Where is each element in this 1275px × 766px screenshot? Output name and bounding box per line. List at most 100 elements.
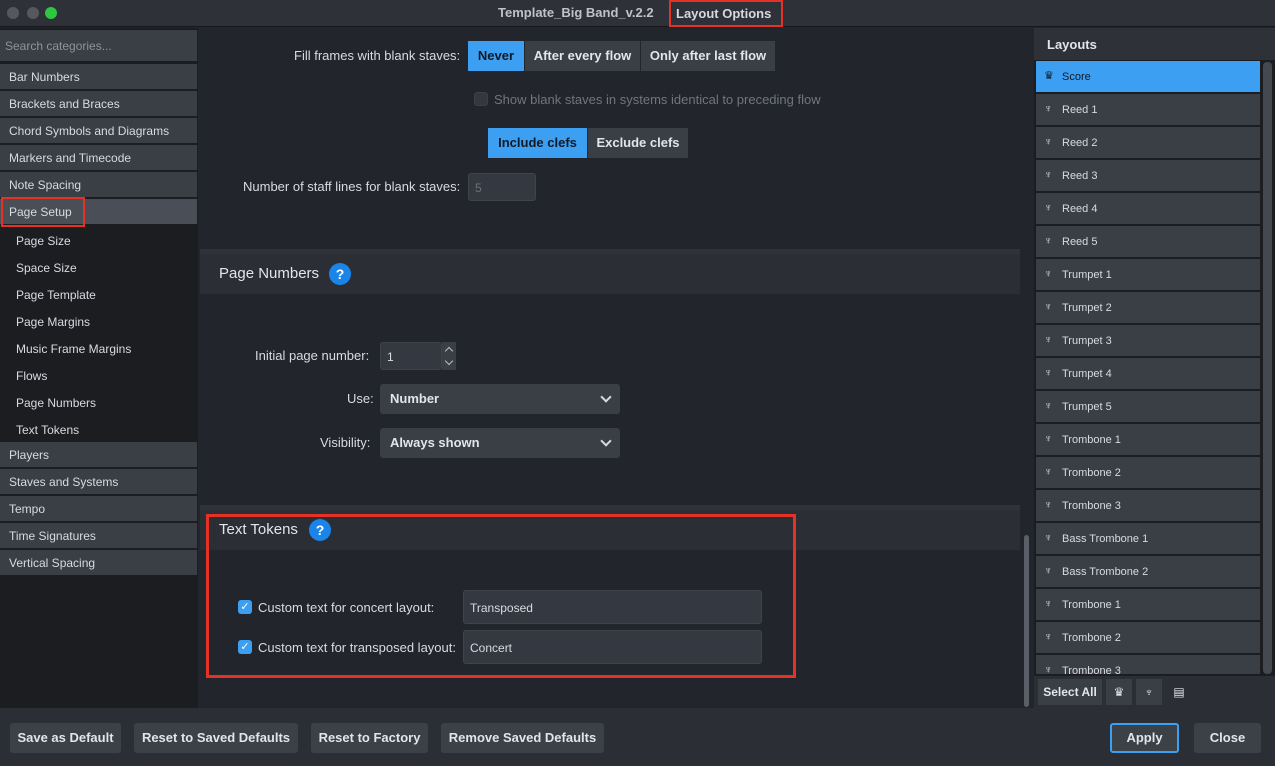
fill-only-after-last-flow-button[interactable]: Only after last flow [641,41,775,71]
page-setup-highlight [1,197,85,227]
chevron-down-icon [600,391,612,403]
category-vertical-spacing[interactable]: Vertical Spacing [0,550,197,576]
subcategory-page-template[interactable]: Page Template [16,288,96,302]
layout-label: Trombone 1 [1062,434,1121,446]
part-layout-icon: ♆ [1044,202,1053,214]
layout-item[interactable]: ♆ Reed 5 [1036,226,1260,258]
part-layout-icon[interactable]: ♆ [1136,679,1162,705]
part-layout-icon: ♆ [1044,664,1053,675]
layout-item[interactable]: ♆ Trombone 2 [1036,457,1260,489]
category-players[interactable]: Players [0,442,197,468]
category-time-signatures[interactable]: Time Signatures [0,523,197,549]
layout-item[interactable]: ♆ Trombone 3 [1036,655,1260,675]
initial-page-number-input[interactable]: 1 [380,342,442,370]
layout-item[interactable]: ♆ Trumpet 3 [1036,325,1260,357]
subcategory-page-numbers[interactable]: Page Numbers [16,396,96,410]
options-scrollbar[interactable] [1024,535,1029,707]
category-note-spacing[interactable]: Note Spacing [0,172,197,198]
layout-item[interactable]: ♆ Bass Trombone 1 [1036,523,1260,555]
layout-item[interactable]: ♆ Trumpet 1 [1036,259,1260,291]
layout-item[interactable]: ♆ Bass Trombone 2 [1036,556,1260,588]
fill-after-every-flow-button[interactable]: After every flow [525,41,640,71]
layouts-title: Layouts [1034,28,1275,60]
layout-item[interactable]: ♆ Trombone 3 [1036,490,1260,522]
layout-label: Reed 3 [1062,170,1098,182]
reset-to-saved-defaults-button[interactable]: Reset to Saved Defaults [134,723,298,753]
category-chord-symbols[interactable]: Chord Symbols and Diagrams [0,118,197,144]
subcategory-flows[interactable]: Flows [16,369,47,383]
layout-label: Reed 5 [1062,236,1098,248]
layout-label: Trombone 2 [1062,632,1121,644]
layout-item[interactable]: ♆ Trumpet 4 [1036,358,1260,390]
layout-label: Score [1062,71,1091,83]
page-numbers-header: Page Numbers ? [200,254,1020,294]
layout-label: Trumpet 5 [1062,401,1112,413]
subcategory-page-size[interactable]: Page Size [16,234,71,248]
show-blank-staves-checkbox[interactable] [474,92,488,106]
remove-saved-defaults-button[interactable]: Remove Saved Defaults [441,723,604,753]
stepper-down-icon[interactable] [444,356,454,366]
layout-item[interactable]: ♆ Trumpet 2 [1036,292,1260,324]
save-as-default-button[interactable]: Save as Default [10,723,121,753]
subcategory-music-frame-margins[interactable]: Music Frame Margins [16,342,131,356]
use-label: Use: [347,391,374,406]
category-sidebar: Search categories... Bar Numbers Bracket… [0,28,198,708]
staff-lines-input[interactable]: 5 [468,173,536,201]
category-bar-numbers[interactable]: Bar Numbers [0,64,197,90]
part-layout-icon: ♆ [1044,433,1053,445]
subcategory-space-size[interactable]: Space Size [16,261,77,275]
title-bar: Template_Big Band_v.2.2 Layout Options [0,0,1275,27]
apply-button[interactable]: Apply [1110,723,1179,753]
fill-frames-label: Fill frames with blank staves: [294,48,461,63]
part-layout-icon: ♆ [1044,631,1053,643]
category-search-input[interactable]: Search categories... [0,30,197,61]
use-dropdown[interactable]: Number [380,384,620,414]
fill-never-button[interactable]: Never [468,41,524,71]
help-icon[interactable]: ? [329,263,351,285]
include-clefs-button[interactable]: Include clefs [488,128,587,158]
category-markers-timecode[interactable]: Markers and Timecode [0,145,197,171]
layout-item[interactable]: ♆ Reed 3 [1036,160,1260,192]
visibility-dropdown-value: Always shown [390,435,480,450]
reset-to-factory-button[interactable]: Reset to Factory [311,723,428,753]
category-staves-and-systems[interactable]: Staves and Systems [0,469,197,495]
maximize-window-button[interactable] [45,7,57,19]
staff-lines-label: Number of staff lines for blank staves: [243,179,461,194]
subcategory-page-margins[interactable]: Page Margins [16,315,90,329]
full-score-icon[interactable]: ♛ [1106,679,1132,705]
layout-item[interactable]: ♆ Trombone 1 [1036,424,1260,456]
layout-item[interactable]: ♆ Reed 2 [1036,127,1260,159]
close-window-button[interactable] [7,7,19,19]
layouts-scrollbar[interactable] [1263,62,1272,674]
full-score-icon: ♛ [1044,70,1054,82]
category-brackets-and-braces[interactable]: Brackets and Braces [0,91,197,117]
stepper-up-icon[interactable] [444,346,454,356]
layout-item-score[interactable]: ♛ Score [1036,61,1260,93]
layout-item[interactable]: ♆ Trombone 1 [1036,589,1260,621]
initial-page-number-label: Initial page number: [255,348,370,363]
select-all-button[interactable]: Select All [1038,679,1102,705]
layout-label: Reed 2 [1062,137,1098,149]
layout-label: Trombone 3 [1062,665,1121,675]
visibility-label: Visibility: [320,435,371,450]
layout-item[interactable]: ♆ Reed 4 [1036,193,1260,225]
layout-label: Trombone 3 [1062,500,1121,512]
close-button[interactable]: Close [1194,723,1261,753]
text-tokens-highlight [206,514,796,678]
layout-item[interactable]: ♆ Trombone 2 [1036,622,1260,654]
project-title: Template_Big Band_v.2.2 [498,5,654,20]
layout-label: Trumpet 2 [1062,302,1112,314]
layout-item[interactable]: ♆ Trumpet 5 [1036,391,1260,423]
exclude-clefs-button[interactable]: Exclude clefs [588,128,688,158]
custom-score-icon[interactable]: ▤ [1166,679,1192,705]
minimize-window-button[interactable] [27,7,39,19]
part-layout-icon: ♆ [1044,235,1053,247]
visibility-dropdown[interactable]: Always shown [380,428,620,458]
part-layout-icon: ♆ [1044,334,1053,346]
layout-label: Trumpet 3 [1062,335,1112,347]
page-number-stepper[interactable] [442,342,456,370]
footer-bar: Save as Default Reset to Saved Defaults … [0,708,1275,766]
layout-item[interactable]: ♆ Reed 1 [1036,94,1260,126]
subcategory-text-tokens[interactable]: Text Tokens [16,423,79,437]
category-tempo[interactable]: Tempo [0,496,197,522]
